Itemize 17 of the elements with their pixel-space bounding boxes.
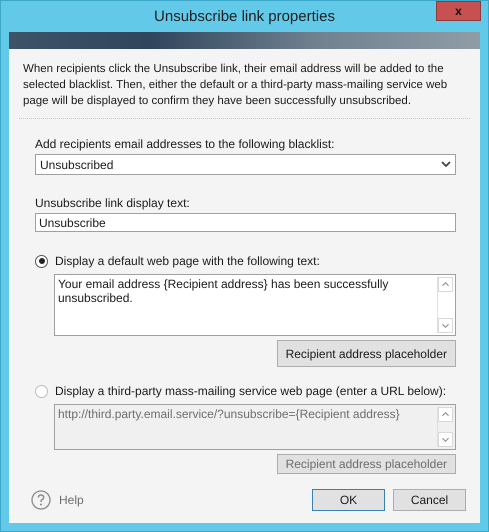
ok-button[interactable]: OK <box>312 489 385 511</box>
chevron-down-icon <box>441 161 451 168</box>
placeholder-button[interactable]: Recipient address placeholder <box>276 340 456 367</box>
text-area[interactable]: Your email address {Recipient address} has been successfully unsubscribed. <box>54 274 456 336</box>
link-text-label: Unsubscribe link display text: <box>35 196 191 210</box>
help-link[interactable]: Help <box>59 493 84 507</box>
cancel-button[interactable]: Cancel <box>393 489 466 511</box>
window-title: Unsubscribe link properties <box>154 8 335 25</box>
radio-button[interactable] <box>35 254 48 268</box>
radio-label: Display a default web page with the following text: <box>55 254 320 268</box>
help-icon[interactable] <box>31 490 51 510</box>
radio-label: Display a third-party mass-mailing service web page (enter a URL below): <box>55 384 446 398</box>
link-text-field[interactable]: Unsubscribe <box>35 213 456 232</box>
blacklist-dropdown[interactable]: Unsubscribed <box>35 154 456 175</box>
close-button[interactable]: x <box>436 1 481 21</box>
intro-text: When recipients click the Unsubscribe link, their email address will be added to the selected blacklist. Then, either the default or a third-party mass-mailing service web page will be displayed to confirm they have been successfully unsubscribed. <box>23 62 448 109</box>
blacklist-label: Add recipients email addresses to the following blacklist: <box>35 137 336 151</box>
